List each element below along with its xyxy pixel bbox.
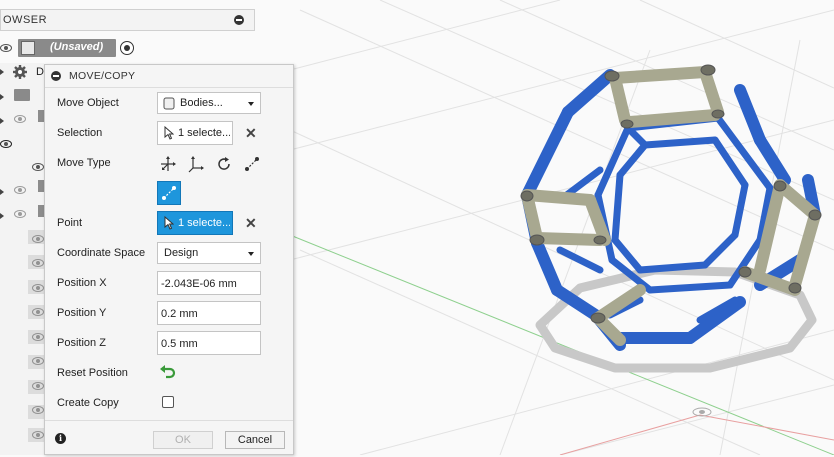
tree-expand-arrow-icon[interactable] (0, 189, 4, 195)
move-copy-dialog[interactable]: MOVE/COPY Move Object Bodies... Selectio… (44, 64, 294, 455)
position-x-label: Position X (57, 277, 107, 289)
visibility-eye-icon[interactable] (32, 163, 44, 171)
folder-icon (14, 89, 30, 101)
clear-point-icon[interactable]: ✕ (245, 215, 257, 232)
position-z-value: 0.5 mm (161, 338, 198, 350)
selection-label: Selection (57, 127, 103, 139)
point-selection-button[interactable]: 1 selecte... (157, 211, 233, 235)
visibility-eye-icon[interactable] (32, 357, 44, 365)
create-copy-label: Create Copy (57, 397, 119, 409)
position-z-label: Position Z (57, 337, 106, 349)
tree-expand-arrow-icon[interactable] (0, 94, 4, 100)
ok-button[interactable]: OK (153, 431, 213, 449)
visibility-eye-icon[interactable] (14, 210, 26, 218)
tree-expand-arrow-icon[interactable] (0, 69, 4, 75)
move-object-dropdown[interactable]: Bodies... (157, 92, 261, 114)
position-x-input[interactable]: -2.043E-06 mm (157, 271, 261, 295)
coordinate-space-value: Design (164, 247, 199, 259)
browser-minimize-icon[interactable] (234, 15, 244, 25)
activate-component-icon[interactable] (120, 41, 134, 55)
visibility-eye-icon[interactable] (32, 308, 44, 316)
browser-root-row[interactable]: (Unsaved) (0, 38, 150, 58)
selection-value: 1 selecte... (178, 127, 230, 139)
visibility-eye-icon[interactable] (14, 115, 26, 123)
position-y-input[interactable]: 0.2 mm (157, 301, 261, 325)
visibility-eye-icon[interactable] (32, 431, 44, 439)
root-component[interactable]: (Unsaved) (18, 39, 116, 57)
bodies-icon (163, 97, 175, 110)
cancel-button[interactable]: Cancel (225, 431, 285, 449)
visibility-eye-icon[interactable] (14, 186, 26, 194)
visibility-eye-icon[interactable] (32, 235, 44, 243)
point-to-position-button[interactable] (157, 181, 181, 205)
point-to-point-icon[interactable] (243, 155, 261, 173)
position-z-input[interactable]: 0.5 mm (157, 331, 261, 355)
component-cube-icon (21, 41, 35, 55)
point-selection-value: 1 selecte... (178, 217, 230, 229)
move-object-value: Bodies... (180, 97, 223, 109)
coordinate-space-dropdown[interactable]: Design (157, 242, 261, 264)
chevron-down-icon (248, 102, 254, 106)
dialog-header[interactable]: MOVE/COPY (45, 65, 293, 88)
visibility-eye-icon[interactable] (32, 333, 44, 341)
create-copy-checkbox[interactable] (162, 396, 174, 408)
visibility-eye-icon[interactable] (32, 382, 44, 390)
browser-panel-header[interactable]: OWSER (0, 9, 255, 31)
dialog-collapse-icon[interactable] (51, 71, 61, 81)
root-component-label: (Unsaved) (50, 41, 104, 53)
cursor-select-icon (164, 126, 174, 140)
position-x-value: -2.043E-06 mm (161, 278, 237, 290)
selection-button[interactable]: 1 selecte... (157, 121, 233, 145)
point-to-position-icon (162, 186, 176, 200)
browser-title: OWSER (3, 14, 48, 26)
reset-undo-icon[interactable] (159, 363, 177, 381)
free-move-icon[interactable] (159, 155, 177, 173)
coordinate-space-label: Coordinate Space (57, 247, 146, 259)
settings-gear-icon[interactable] (12, 64, 28, 80)
info-icon[interactable]: i (55, 433, 66, 444)
point-label: Point (57, 217, 83, 229)
visibility-eye-icon[interactable] (0, 140, 12, 148)
position-y-label: Position Y (57, 307, 107, 319)
move-object-label: Move Object (57, 97, 119, 109)
reset-position-label: Reset Position (57, 367, 128, 379)
tree-expand-arrow-icon[interactable] (0, 213, 4, 219)
dialog-footer: i OK Cancel (45, 420, 293, 457)
cursor-select-icon (164, 216, 174, 230)
rotate-icon[interactable] (215, 155, 233, 173)
visibility-eye-icon[interactable] (32, 406, 44, 414)
clear-selection-icon[interactable]: ✕ (245, 125, 257, 142)
visibility-eye-icon[interactable] (32, 259, 44, 267)
translate-move-icon[interactable] (187, 155, 205, 173)
move-type-label: Move Type (57, 157, 111, 169)
visibility-eye-icon[interactable] (0, 44, 12, 52)
dialog-title: MOVE/COPY (69, 70, 136, 82)
position-y-value: 0.2 mm (161, 308, 198, 320)
tree-item-label: D (36, 66, 44, 78)
chevron-down-icon (248, 252, 254, 256)
visibility-eye-icon[interactable] (32, 284, 44, 292)
tree-expand-arrow-icon[interactable] (0, 118, 4, 124)
